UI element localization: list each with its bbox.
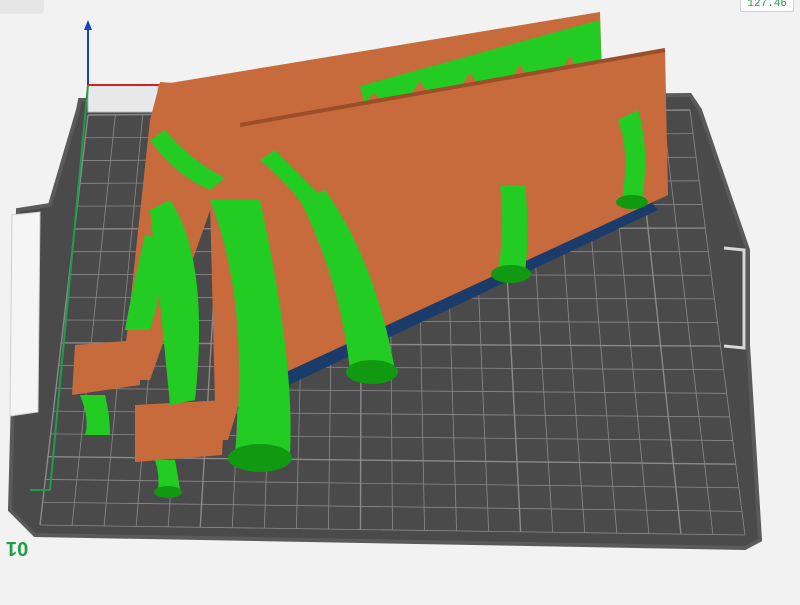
front-block [135, 400, 225, 462]
scene-canvas[interactable] [0, 0, 800, 600]
coordinate-readout: 127.46 [740, 0, 794, 12]
viewport-corner-tab[interactable] [0, 0, 44, 14]
support-base [346, 360, 398, 384]
support-base [616, 195, 648, 209]
support-base [228, 444, 292, 472]
support-trunk [498, 185, 528, 272]
support-base [491, 265, 531, 283]
bed-label: 01 [6, 537, 29, 559]
support-base [154, 486, 182, 498]
3d-viewport[interactable]: 127.46 01 [0, 0, 800, 600]
bed-legend-strip [9, 211, 41, 417]
